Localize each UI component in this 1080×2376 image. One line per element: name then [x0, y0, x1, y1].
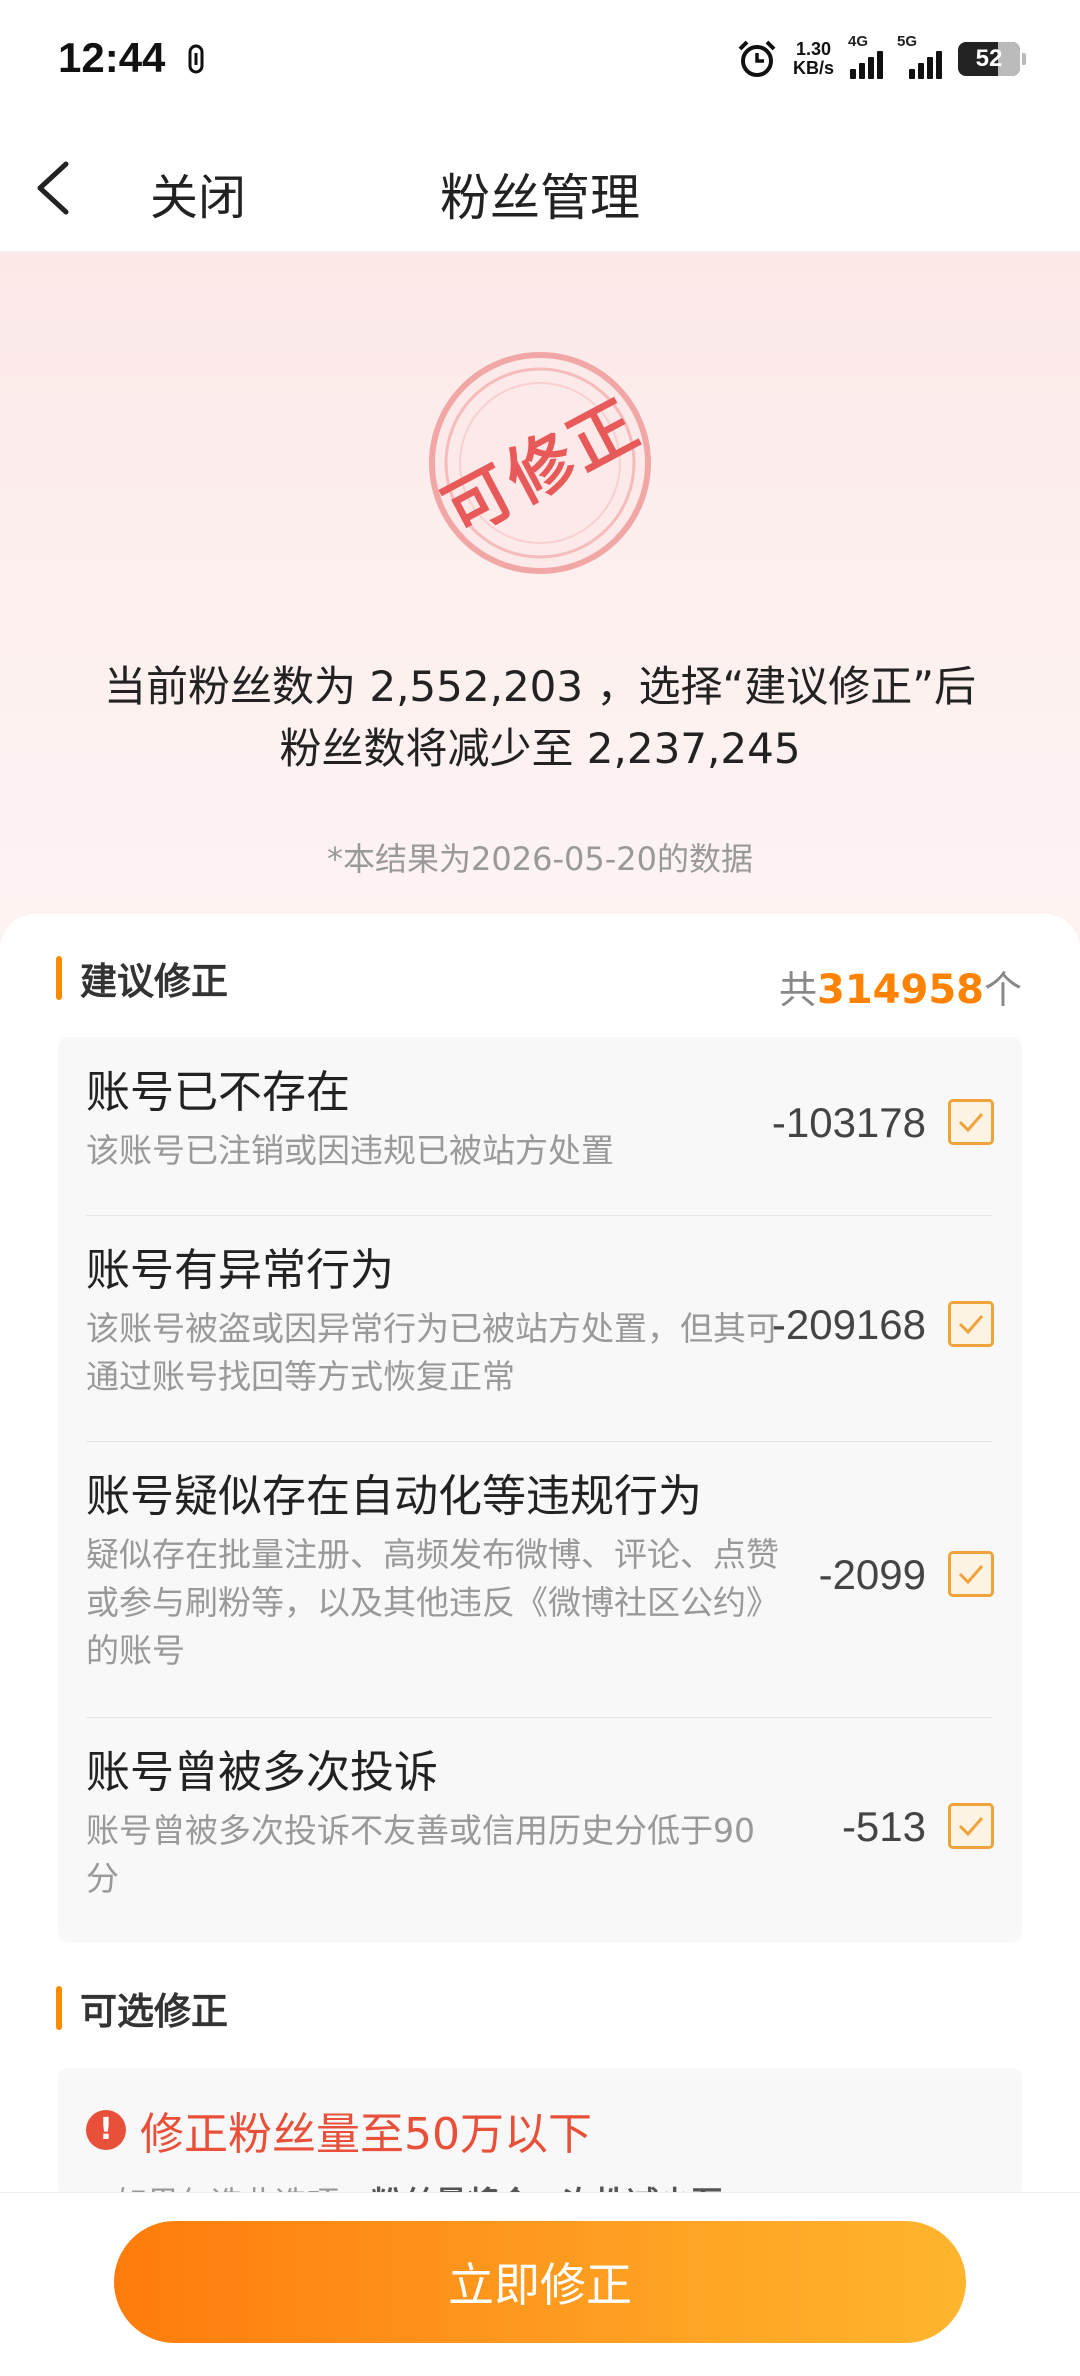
correct-now-button[interactable]: 立即修正 — [114, 2221, 966, 2343]
item-checkbox[interactable] — [948, 1803, 994, 1849]
total-count: 共314958个 — [779, 959, 1022, 1014]
check-icon — [958, 1113, 984, 1133]
net-label-5g: 5G — [897, 33, 918, 50]
item-desc: 疑似存在批量注册、高频发布微博、评论、点赞或参与刷粉等，以及其他违反《微博社区公… — [86, 1535, 779, 1670]
option-header: ! 修正粉丝量至50万以下 — [86, 2098, 592, 2162]
divider — [86, 1215, 992, 1216]
fans-summary: 当前粉丝数为 2,552,203 ，选择“建议修正”后 粉丝数将减少至 2,23… — [0, 656, 1080, 780]
item-title: 账号有异常行为 — [86, 1245, 394, 1296]
total-prefix: 共 — [778, 968, 817, 1012]
data-date-note: *本结果为2026-05-20的数据 — [327, 840, 753, 878]
fans-summary-line1: 当前粉丝数为 2,552,203 ，选择“建议修正”后 — [104, 662, 976, 711]
divider — [86, 1441, 992, 1442]
suggested-list: 账号已不存在 该账号已注销或因违规已被站方处置 -103178 账号有异常行为 … — [58, 1037, 1022, 1942]
speed-value: 1.30 — [795, 39, 832, 59]
optional-option[interactable]: ! 修正粉丝量至50万以下 • 如果勾选此选项，粉丝量将会一次性减少至 — [58, 2068, 1022, 2198]
total-count-number: 314958 — [816, 967, 984, 1013]
signal-5g-icon: 5G — [897, 33, 942, 79]
warning-icon: ! — [86, 2110, 126, 2150]
item-count: -209168 — [771, 1301, 926, 1348]
nav-bar: 关闭 粉丝管理 — [0, 120, 1080, 252]
item-title: 账号曾被多次投诉 — [86, 1747, 438, 1798]
battery-level: 52 — [975, 45, 1003, 72]
speed-unit: KB/s — [792, 58, 834, 78]
item-checkbox[interactable] — [948, 1551, 994, 1597]
check-icon — [958, 1315, 984, 1335]
section-accent-bar — [56, 956, 62, 1000]
item-desc: 账号曾被多次投诉不友善或信用历史分低于90分 — [86, 1811, 755, 1898]
total-suffix: 个 — [983, 968, 1022, 1012]
item-checkbox[interactable] — [948, 1301, 994, 1347]
divider — [86, 1717, 992, 1718]
suggested-section-header: 建议修正 — [56, 954, 228, 1003]
page-title: 粉丝管理 — [440, 169, 640, 227]
signal-4g-icon: 4G — [848, 33, 883, 79]
check-icon — [958, 1565, 984, 1585]
fans-summary-line2: 粉丝数将减少至 2,237,245 — [279, 724, 801, 773]
item-desc: 该账号被盗或因异常行为已被站方处置，但其可通过账号找回等方式恢复正常 — [86, 1309, 779, 1396]
status-bar: 12:44 1.30 KB/s 4G 5G 52 — [0, 0, 1080, 120]
option-title: 修正粉丝量至50万以下 — [140, 2109, 592, 2160]
section-accent-bar — [56, 1986, 62, 2030]
optional-section-header: 可选修正 — [56, 1984, 228, 2033]
item-count: -513 — [841, 1803, 926, 1850]
alarm-icon — [738, 40, 776, 77]
check-icon — [958, 1817, 984, 1837]
battery-icon: 52 — [958, 42, 1026, 76]
correction-card: 建议修正 共314958个 账号已不存在 该账号已注销或因违规已被站方处置 -1… — [0, 914, 1080, 2198]
net-label-4g: 4G — [848, 33, 869, 50]
suggested-section-title: 建议修正 — [80, 960, 228, 1003]
item-desc: 该账号已注销或因违规已被站方处置 — [86, 1131, 614, 1170]
item-count: -103178 — [771, 1099, 926, 1146]
item-title: 账号疑似存在自动化等违规行为 — [86, 1471, 702, 1522]
status-time: 12:44 — [58, 34, 166, 81]
network-speed: 1.30 KB/s — [793, 40, 834, 78]
optional-section-title: 可选修正 — [80, 1990, 228, 2033]
key-icon — [188, 44, 204, 74]
correctable-stamp: 可修正 — [425, 348, 655, 578]
item-checkbox[interactable] — [948, 1099, 994, 1145]
bottom-bar: 立即修正 — [0, 2192, 1080, 2376]
item-count: -2099 — [818, 1551, 926, 1598]
